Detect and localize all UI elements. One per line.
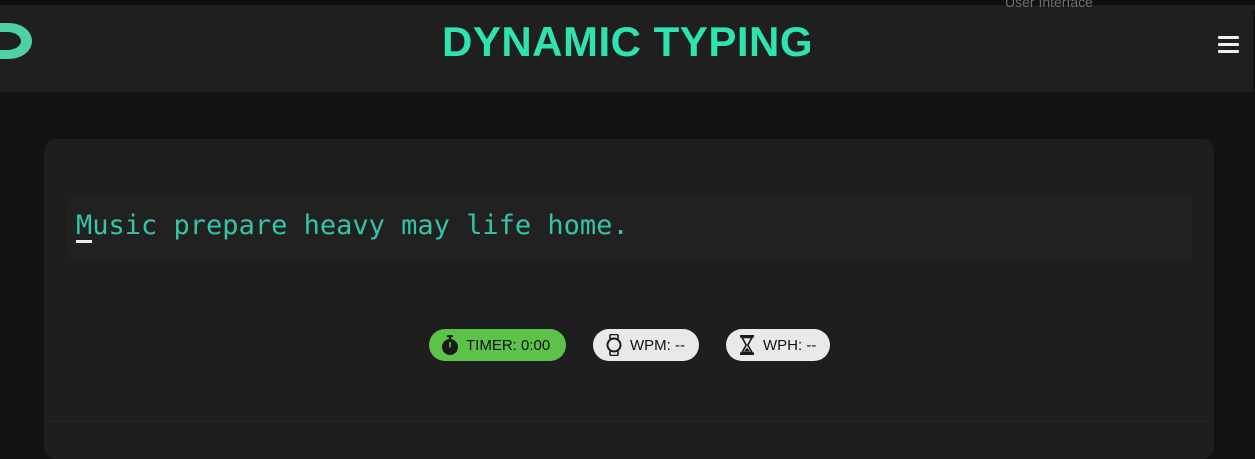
hourglass-icon <box>740 335 754 355</box>
top-edge-text: User Interface <box>1005 0 1093 10</box>
typing-prompt-text: Music prepare heavy may life home. <box>76 207 629 245</box>
typing-text-area[interactable]: Music prepare heavy may life home. <box>66 197 1192 259</box>
wph-badge: WPH: -- <box>726 329 830 361</box>
stats-row: TIMER: 0:00 WPM: -- WPH: -- <box>44 329 1214 361</box>
timer-badge: TIMER: 0:00 <box>429 329 566 361</box>
timer-label: TIMER: 0:00 <box>466 336 551 354</box>
wpm-label: WPM: -- <box>630 336 685 354</box>
stopwatch-icon <box>442 335 458 355</box>
typing-panel: Music prepare heavy may life home. TIMER… <box>44 139 1214 459</box>
wpm-badge: WPM: -- <box>593 329 699 361</box>
wph-label: WPH: -- <box>763 336 817 354</box>
watch-icon <box>606 334 622 356</box>
hamburger-menu-icon[interactable] <box>1217 34 1241 54</box>
header-bar: User Interface DYNAMIC TYPING <box>0 0 1255 97</box>
panel-divider <box>44 421 1214 422</box>
current-character: M <box>76 207 93 245</box>
page-title: DYNAMIC TYPING <box>441 18 813 65</box>
remaining-text: usic prepare heavy may life home. <box>92 210 629 241</box>
